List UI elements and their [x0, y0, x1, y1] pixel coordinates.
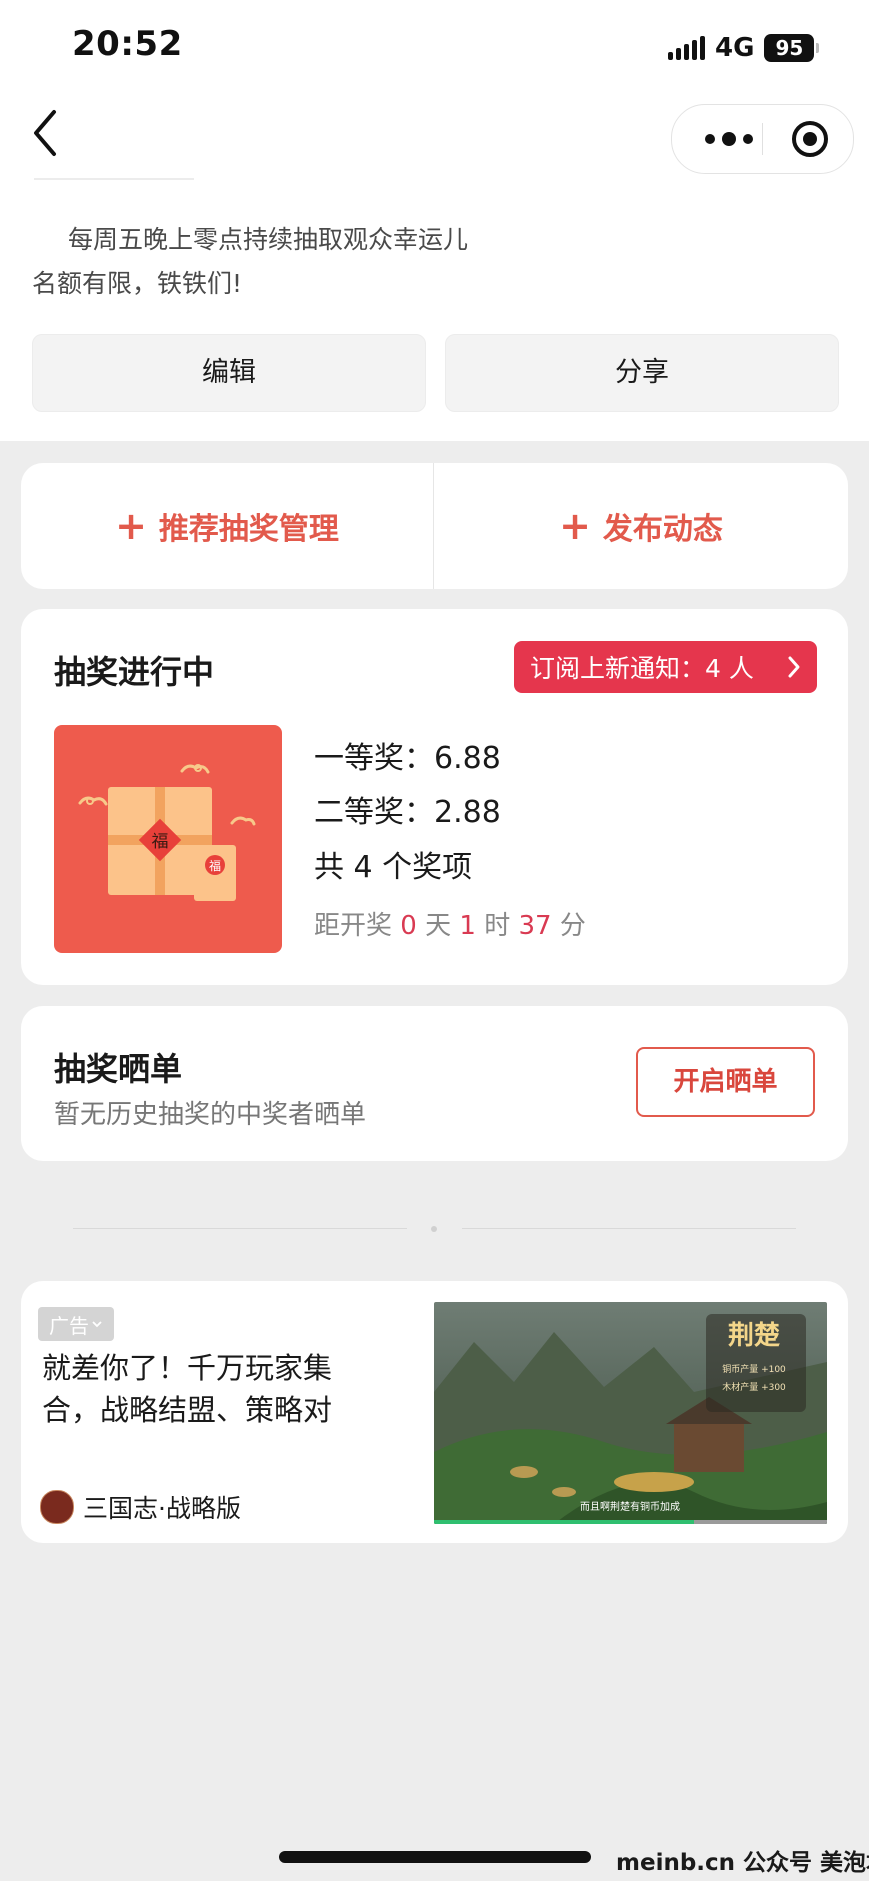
watermark: meinb.cn 公众号 美泡君 [616, 1850, 869, 1876]
svg-text:福: 福 [152, 832, 169, 852]
prize-image: 福 福 [54, 725, 282, 953]
divider-left [73, 1228, 407, 1229]
plus-icon: + [115, 504, 147, 548]
share-button[interactable]: 分享 [445, 334, 839, 412]
brand-logo-icon [40, 1490, 74, 1524]
description-line-2: 名额有限，铁铁们! [32, 269, 243, 298]
ad-tag-label: 广告 [49, 1313, 89, 1338]
divider-right [462, 1228, 796, 1229]
countdown-hours: 1 [459, 911, 476, 941]
chevron-down-icon [92, 1321, 102, 1328]
showcase-title: 抽奖晒单 [54, 1050, 183, 1088]
more-dots-icon [705, 132, 753, 146]
recommend-label: 推荐抽奖管理 [158, 512, 339, 547]
chevron-right-icon [788, 656, 800, 678]
ad-image[interactable]: 荆楚 铜币产量 +100 木材产量 +300 而且啊荆楚有铜币加成 [434, 1302, 827, 1524]
draw-countdown: 距开奖 0 天 1 时 37 分 [314, 905, 586, 942]
gift-box-icon: 福 福 [78, 764, 256, 901]
back-button[interactable] [26, 106, 66, 160]
ad-image-stat-2: 木材产量 +300 [722, 1381, 786, 1393]
recommend-lottery-button[interactable]: + 推荐抽奖管理 [21, 463, 433, 589]
lottery-card[interactable]: 抽奖进行中 订阅上新通知：4 人 福 福 一等奖：6.88 二等奖：2.88 共 [21, 609, 848, 985]
more-button[interactable] [700, 127, 758, 151]
status-indicators: 4G 95 [668, 30, 820, 66]
ad-image-caption: 而且啊荆楚有铜币加成 [580, 1500, 680, 1513]
cropped-content-edge [34, 178, 194, 190]
profile-description: 每周五晚上零点持续抽取观众幸运儿 名额有限，铁铁们! [32, 218, 632, 306]
showcase-subtitle: 暂无历史抽奖的中奖者晒单 [54, 1100, 367, 1130]
ad-image-stat-1: 铜币产量 +100 [722, 1363, 786, 1375]
target-circle-icon [792, 121, 828, 157]
ad-tag[interactable]: 广告 [38, 1307, 114, 1341]
close-button[interactable] [790, 119, 830, 159]
actions-card: + 推荐抽奖管理 + 发布动态 [21, 463, 848, 589]
capsule-divider [762, 123, 763, 155]
game-scene-image: 荆楚 铜币产量 +100 木材产量 +300 而且啊荆楚有铜币加成 [434, 1302, 827, 1524]
countdown-minutes: 37 [518, 911, 552, 941]
lottery-title: 抽奖进行中 [54, 653, 215, 691]
publish-label: 发布动态 [602, 512, 723, 547]
ad-headline: 就差你了！千万玩家集合，战略结盟、策略对 [42, 1351, 333, 1427]
countdown-days-unit: 天 [425, 911, 452, 941]
second-prize: 二等奖：2.88 [314, 795, 501, 830]
status-time: 20:52 [72, 24, 183, 64]
ad-card[interactable]: 广告 就差你了！千万玩家集合，战略结盟、策略对 三国志·战略版 荆楚 铜币产量 … [21, 1281, 848, 1543]
publish-post-button[interactable]: + 发布动态 [434, 463, 848, 589]
network-type: 4G [715, 33, 755, 63]
countdown-minutes-unit: 分 [559, 911, 586, 941]
battery-icon: 95 [764, 34, 820, 62]
mini-program-capsule [671, 104, 854, 174]
chevron-left-icon [34, 110, 56, 156]
winner-showcase-card: 抽奖晒单 暂无历史抽奖的中奖者晒单 开启晒单 [21, 1006, 848, 1161]
enable-showcase-button[interactable]: 开启晒单 [636, 1047, 815, 1117]
subscribe-button[interactable]: 订阅上新通知：4 人 [514, 641, 817, 693]
countdown-prefix: 距开奖 [314, 911, 393, 941]
countdown-hours-unit: 时 [484, 911, 511, 941]
prize-total: 共 4 个奖项 [314, 850, 473, 885]
countdown-days: 0 [400, 911, 417, 941]
ad-brand-name: 三国志·战略版 [83, 1494, 241, 1523]
svg-text:福: 福 [209, 858, 221, 873]
first-prize: 一等奖：6.88 [314, 741, 501, 776]
divider-dot [431, 1226, 437, 1232]
ad-brand: 三国志·战略版 [40, 1489, 241, 1525]
home-indicator[interactable] [279, 1851, 591, 1863]
edit-button[interactable]: 编辑 [32, 334, 426, 412]
description-line-1: 每周五晚上零点持续抽取观众幸运儿 [68, 225, 469, 254]
ad-image-title: 荆楚 [728, 1321, 780, 1351]
signal-icon [668, 36, 705, 60]
subscribe-label: 订阅上新通知：4 人 [530, 654, 754, 683]
plus-icon: + [559, 504, 591, 548]
